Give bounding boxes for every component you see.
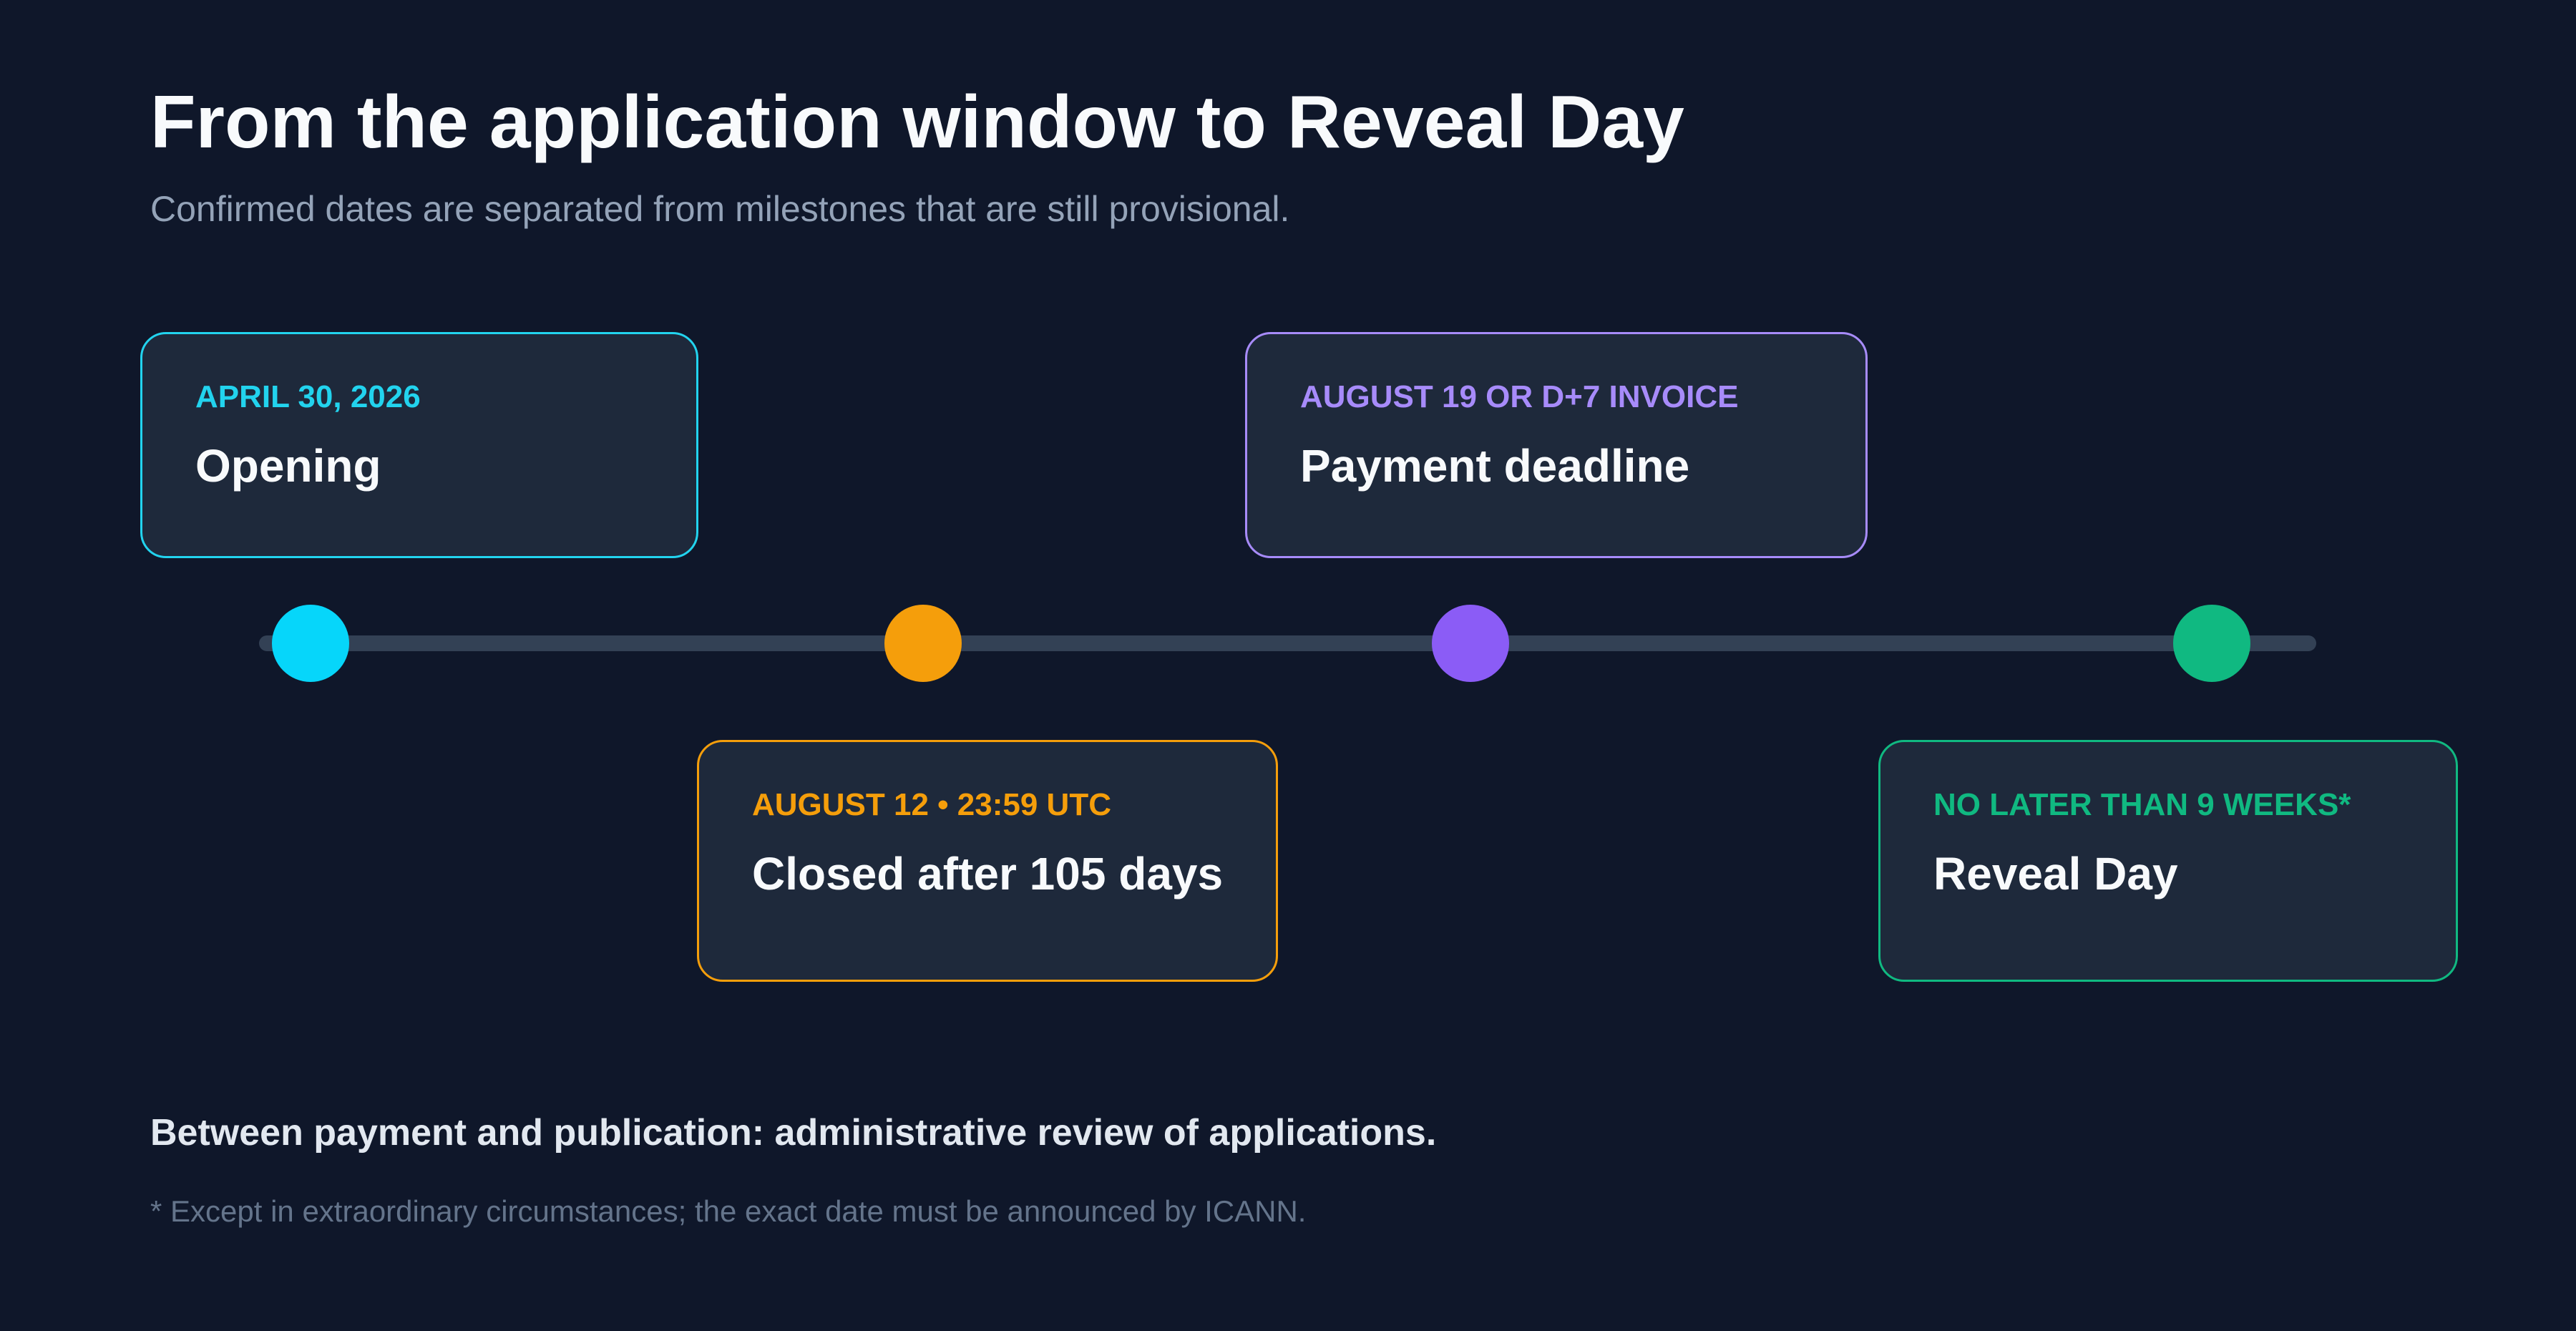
milestone-date: APRIL 30, 2026 [195, 379, 421, 414]
milestone-dot-closing [884, 605, 962, 682]
milestone-date: NO LATER THAN 9 WEEKS* [1933, 787, 2351, 822]
milestone-card-closing: AUGUST 12 • 23:59 UTC Closed after 105 d… [697, 740, 1278, 982]
milestone-card-opening: APRIL 30, 2026 Opening [140, 332, 698, 558]
page-title: From the application window to Reveal Da… [150, 81, 1684, 164]
milestone-dot-reveal-day [2173, 605, 2250, 682]
milestone-label: Reveal Day [1933, 848, 2178, 899]
milestone-date: AUGUST 12 • 23:59 UTC [752, 787, 1111, 822]
milestone-label: Opening [195, 440, 381, 492]
milestone-label: Payment deadline [1300, 440, 1690, 492]
milestone-dot-payment-deadline [1432, 605, 1509, 682]
milestone-card-payment-deadline: AUGUST 19 OR D+7 INVOICE Payment deadlin… [1245, 332, 1868, 558]
milestone-date: AUGUST 19 OR D+7 INVOICE [1300, 379, 1739, 414]
footnote: * Except in extraordinary circumstances;… [150, 1194, 1307, 1228]
milestone-dot-opening [272, 605, 349, 682]
review-note: Between payment and publication: adminis… [150, 1112, 1437, 1154]
milestone-card-reveal-day: NO LATER THAN 9 WEEKS* Reveal Day [1878, 740, 2458, 982]
timeline-track [259, 635, 2316, 651]
milestone-label: Closed after 105 days [752, 848, 1224, 899]
page-subtitle: Confirmed dates are separated from miles… [150, 189, 1290, 229]
